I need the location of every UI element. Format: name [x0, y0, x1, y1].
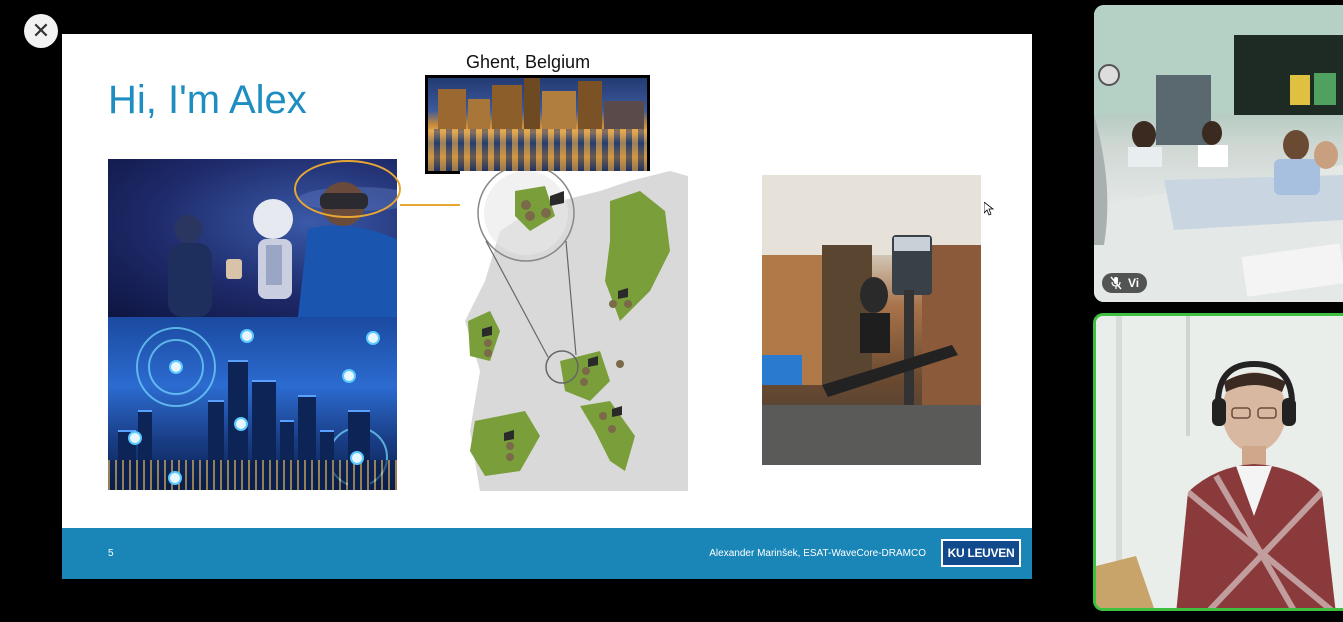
close-button[interactable]: ✕ — [24, 14, 58, 48]
microphone-muted-icon — [1110, 276, 1122, 290]
wifi-icon — [169, 360, 183, 374]
location-label: Ghent, Belgium — [466, 52, 591, 72]
participant-name: Vi — [1128, 276, 1140, 290]
network-node-icon — [366, 331, 380, 345]
mouse-cursor-icon — [984, 202, 994, 216]
ku-leuven-logo: KU LEUVEN — [941, 539, 1021, 567]
slide-page-number: 5 — [108, 548, 114, 559]
shared-slide: Hi, I'm Alex Ghent, Belgium 5 Alexander … — [62, 34, 1032, 579]
close-icon: ✕ — [31, 18, 51, 44]
airplane-icon — [240, 329, 254, 343]
slide-author: Alexander Marinšek, ESAT-WaveCore-DRAMCO — [709, 548, 926, 559]
ghent-photo — [425, 75, 650, 174]
slide-footer: 5 Alexander Marinšek, ESAT-WaveCore-DRAM… — [62, 528, 1032, 579]
mail-icon — [350, 451, 364, 465]
europe-map — [460, 171, 688, 491]
participant-tile-speaker[interactable] — [1093, 313, 1343, 611]
lightbulb-icon — [234, 417, 248, 431]
slide-title: Hi, I'm Alex — [108, 78, 307, 122]
hololens-highlight — [294, 160, 401, 218]
smart-city-image — [108, 317, 397, 490]
participant-name-badge: Vi — [1102, 273, 1148, 293]
mobile-icon — [342, 369, 356, 383]
lab-photo — [762, 175, 981, 465]
laptop-icon — [128, 431, 142, 445]
cloud-icon — [168, 471, 182, 485]
participant-tile-classroom[interactable]: Vi — [1094, 5, 1343, 302]
